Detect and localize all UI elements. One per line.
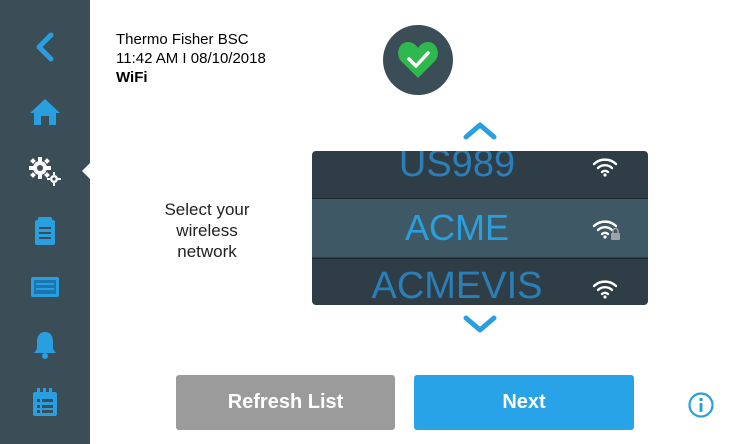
wifi-icon xyxy=(592,158,618,177)
scroll-up-icon[interactable] xyxy=(462,119,498,143)
datetime: 11:42 AM I 08/10/2018 xyxy=(116,50,266,67)
network-row[interactable]: US989 xyxy=(312,151,648,197)
scroll-down-icon[interactable] xyxy=(462,312,498,336)
network-name: US989 xyxy=(398,151,516,185)
select-network-prompt: Select your wireless network xyxy=(164,200,250,261)
bell-icon[interactable] xyxy=(0,320,90,370)
network-name: ACME xyxy=(404,207,509,248)
wifi-screen: Thermo Fisher BSC 11:42 AM I 08/10/2018 … xyxy=(0,0,731,444)
wifi-icon xyxy=(592,280,618,299)
calendar-list-icon[interactable] xyxy=(0,378,90,428)
network-picker[interactable]: US989 ACME ACMEVIS xyxy=(312,151,648,305)
selected-indicator xyxy=(82,161,92,181)
heart-check-icon xyxy=(398,42,438,78)
sidebar xyxy=(0,0,90,444)
info-icon[interactable] xyxy=(688,392,714,418)
home-icon[interactable] xyxy=(0,87,90,137)
status-badge xyxy=(383,25,453,95)
network-name: ACMEVIS xyxy=(371,265,543,305)
wifi-lock-icon xyxy=(592,220,620,240)
settings-icon[interactable] xyxy=(0,146,90,196)
screen-icon[interactable] xyxy=(0,262,90,312)
network-row[interactable]: ACMEVIS xyxy=(312,259,648,305)
network-row-selected[interactable]: ACME xyxy=(312,199,648,257)
refresh-list-button[interactable]: Refresh List xyxy=(176,375,395,430)
back-icon[interactable] xyxy=(0,22,90,72)
screen-title: WiFi xyxy=(116,69,148,86)
header-info: Thermo Fisher BSC 11:42 AM I 08/10/2018 … xyxy=(116,30,266,87)
next-button[interactable]: Next xyxy=(414,375,634,430)
device-name: Thermo Fisher BSC xyxy=(116,31,249,48)
clipboard-icon[interactable] xyxy=(0,206,90,256)
